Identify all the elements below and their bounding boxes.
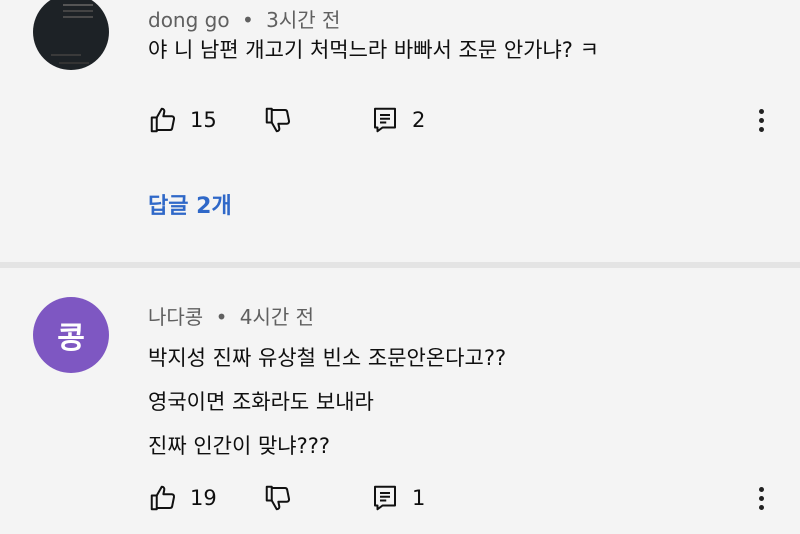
reply-comment-icon <box>374 485 396 511</box>
comment-nadakong: 콩 나다콩 • 4시간 전 박지성 진짜 유상철 빈소 조문안온다고?? 영국이… <box>0 268 800 534</box>
dislike-button[interactable] <box>263 104 305 136</box>
reply-button[interactable]: 1 <box>370 482 425 514</box>
view-replies-link[interactable]: 답글 2개 <box>148 188 232 220</box>
comment-line: 영국이면 조화라도 보내라 <box>148 390 374 414</box>
more-vertical-icon <box>758 486 764 492</box>
reply-comment-icon <box>374 107 396 133</box>
comment-line: 야 니 남편 개고기 처먹느라 바빠서 조문 안가냐? ㅋ <box>148 38 599 62</box>
comment-actions: 19 1 <box>148 482 788 514</box>
avatar-nadakong[interactable]: 콩 <box>33 297 109 373</box>
comment-text: 야 니 남편 개고기 처먹느라 바빠서 조문 안가냐? ㅋ <box>148 28 599 72</box>
thumbs-down-icon <box>265 107 291 133</box>
comment-header: 나다콩 • 4시간 전 <box>148 301 314 330</box>
reply-count: 2 <box>412 108 426 132</box>
reply-button[interactable]: 2 <box>370 104 425 136</box>
comment-line: 진짜 인간이 맞냐??? <box>148 434 331 458</box>
thumbs-up-icon <box>150 107 176 133</box>
comment-text: 박지성 진짜 유상철 빈소 조문안온다고?? 영국이면 조화라도 보내라 진짜 … <box>148 336 506 468</box>
comment-line: 박지성 진짜 유상철 빈소 조문안온다고?? <box>148 346 507 370</box>
more-options-button[interactable] <box>754 104 768 136</box>
avatar-dong-go[interactable] <box>33 0 109 70</box>
author-name[interactable]: 나다콩 <box>148 305 203 329</box>
thumbs-up-icon <box>150 485 176 511</box>
comment-dong-go: dong go • 3시간 전 야 니 남편 개고기 처먹느라 바빠서 조문 안… <box>0 0 800 262</box>
separator-dot: • <box>215 305 228 329</box>
timestamp: 4시간 전 <box>239 305 315 329</box>
reply-count: 1 <box>412 486 426 510</box>
like-button[interactable]: 19 <box>148 482 217 514</box>
dislike-button[interactable] <box>263 482 305 514</box>
more-vertical-icon <box>758 108 764 114</box>
like-button[interactable]: 15 <box>148 104 217 136</box>
comment-actions: 15 2 <box>148 104 788 136</box>
like-count: 19 <box>190 486 217 510</box>
more-options-button[interactable] <box>754 482 768 514</box>
thumbs-down-icon <box>265 485 291 511</box>
like-count: 15 <box>190 108 217 132</box>
